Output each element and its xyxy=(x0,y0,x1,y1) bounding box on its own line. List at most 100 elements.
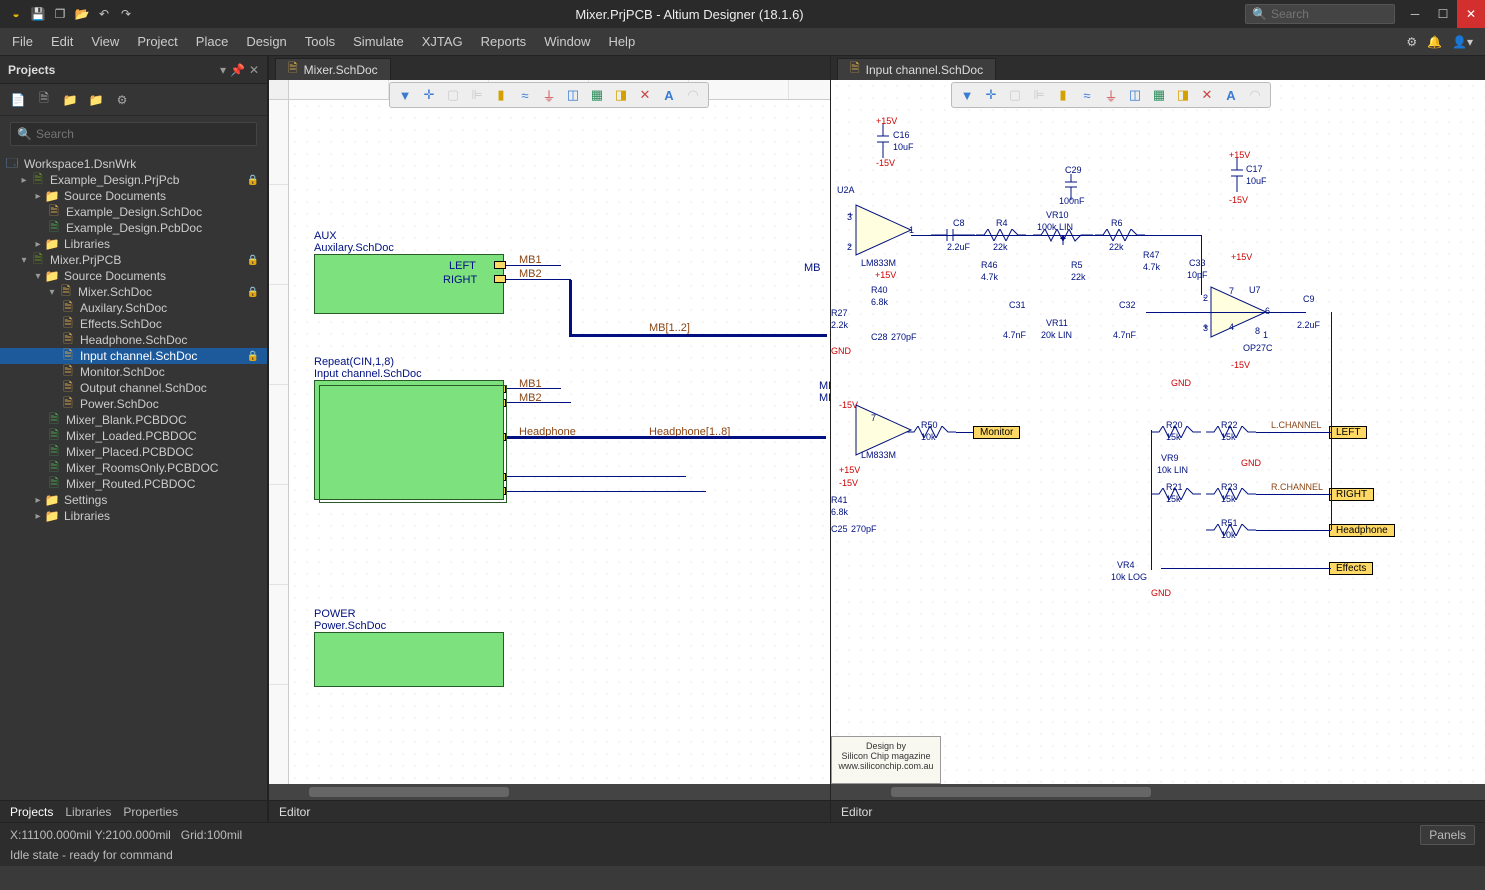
tb-folder2-icon[interactable]: 📁 xyxy=(88,93,104,107)
tb-filter-icon[interactable]: ▼ xyxy=(396,86,414,104)
menu-help[interactable]: Help xyxy=(608,34,635,49)
bell-icon[interactable]: 🔔 xyxy=(1427,35,1442,49)
menu-xjtag[interactable]: XJTAG xyxy=(422,34,463,49)
tb-new-icon[interactable]: 📄 xyxy=(10,93,26,107)
tab-properties[interactable]: Properties xyxy=(123,805,178,819)
tree-item[interactable]: 🗎Auxilary.SchDoc xyxy=(0,300,267,316)
tree-item[interactable]: 🗎Example_Design.SchDoc xyxy=(0,204,267,220)
menu-project[interactable]: Project xyxy=(137,34,177,49)
tb-compile-icon[interactable]: 🗎 xyxy=(36,89,52,110)
copy-icon[interactable]: ❐ xyxy=(52,6,68,22)
tree-item[interactable]: 🗎Mixer_Loaded.PCBDOC xyxy=(0,428,267,444)
sheet-symbol-power[interactable] xyxy=(314,632,504,687)
tree-project-mixer[interactable]: ▾🗎Mixer.PrjPCB🔒 xyxy=(0,252,267,268)
tb-noconnect-icon[interactable]: ✕ xyxy=(636,86,654,104)
sheet-port[interactable] xyxy=(494,275,506,283)
tb-text-icon[interactable]: A xyxy=(660,86,678,104)
tb-wire-icon[interactable]: ≈ xyxy=(516,86,534,104)
tree-item[interactable]: 🗎Mixer_Blank.PCBDOC xyxy=(0,412,267,428)
tb-gnd-icon[interactable]: ⏚ xyxy=(540,86,558,104)
tree-libs-mixer[interactable]: ▸📁Libraries xyxy=(0,508,267,524)
editor-tab-mixer[interactable]: 🗎Mixer.SchDoc xyxy=(275,58,391,80)
menu-simulate[interactable]: Simulate xyxy=(353,34,404,49)
panel-pin-icon[interactable]: 📌 xyxy=(230,63,245,77)
schematic-canvas-input-channel[interactable]: +15V C16 10uF -15V +15V C17 10uF -15V U2… xyxy=(831,80,1485,784)
tree-item[interactable]: 🗎Effects.SchDoc xyxy=(0,316,267,332)
tb-rect-icon[interactable]: ▢ xyxy=(1006,86,1024,104)
user-icon[interactable]: 👤▾ xyxy=(1452,35,1473,49)
tree-item[interactable]: 🗎Mixer_RoomsOnly.PCBDOC xyxy=(0,460,267,476)
menu-design[interactable]: Design xyxy=(246,34,286,49)
tab-projects[interactable]: Projects xyxy=(10,805,53,819)
editor-tab-input-channel[interactable]: 🗎Input channel.SchDoc xyxy=(837,58,996,80)
tb-harness-icon[interactable]: ◨ xyxy=(1174,86,1192,104)
port-right[interactable]: RIGHT xyxy=(1329,488,1374,501)
schematic-canvas-mixer[interactable]: AUX Auxilary.SchDoc LEFT RIGHT MB1 MB2 M… xyxy=(289,100,830,784)
tb-filter-icon[interactable]: ▼ xyxy=(958,86,976,104)
tb-gear-icon[interactable]: ⚙ xyxy=(114,93,130,107)
tb-align-icon[interactable]: ⊫ xyxy=(468,86,486,104)
projects-search[interactable]: 🔍 xyxy=(10,122,257,146)
panel-close-icon[interactable]: ✕ xyxy=(249,63,259,77)
maximize-button[interactable]: ☐ xyxy=(1429,0,1457,28)
tab-libraries[interactable]: Libraries xyxy=(65,805,111,819)
tb-port-icon[interactable]: ◫ xyxy=(564,86,582,104)
tree-src-mixer[interactable]: ▾📁Source Documents xyxy=(0,268,267,284)
tb-text-icon[interactable]: A xyxy=(1222,86,1240,104)
scrollbar-horizontal[interactable] xyxy=(269,784,830,800)
menu-reports[interactable]: Reports xyxy=(481,34,527,49)
port-effects[interactable]: Effects xyxy=(1329,562,1373,575)
tree-item[interactable]: 🗎Mixer_Routed.PCBDOC xyxy=(0,476,267,492)
global-search[interactable]: 🔍 xyxy=(1245,4,1395,24)
tree-item[interactable]: 🗎Headphone.SchDoc xyxy=(0,332,267,348)
gear-icon[interactable]: ⚙ xyxy=(1406,35,1417,49)
tree-src-example[interactable]: ▸📁Source Documents xyxy=(0,188,267,204)
tb-gnd-icon[interactable]: ⏚ xyxy=(1102,86,1120,104)
tb-arc-icon[interactable]: ◠ xyxy=(684,86,702,104)
minimize-button[interactable]: ─ xyxy=(1401,0,1429,28)
editor-bottom-tab[interactable]: Editor xyxy=(269,800,830,822)
tree-project-example[interactable]: ▸🗎Example_Design.PrjPcb🔒 xyxy=(0,172,267,188)
tb-cross-icon[interactable]: ✛ xyxy=(420,86,438,104)
menu-place[interactable]: Place xyxy=(196,34,229,49)
menu-file[interactable]: File xyxy=(12,34,33,49)
tree-item[interactable]: 🗎Output channel.SchDoc xyxy=(0,380,267,396)
panel-dropdown-icon[interactable]: ▾ xyxy=(220,63,226,77)
global-search-input[interactable] xyxy=(1271,7,1391,21)
port-left[interactable]: LEFT xyxy=(1329,426,1367,439)
projects-search-input[interactable] xyxy=(36,127,250,141)
menu-tools[interactable]: Tools xyxy=(305,34,335,49)
sheet-port[interactable] xyxy=(494,261,506,269)
tb-comp-icon[interactable]: ▮ xyxy=(1054,86,1072,104)
open-icon[interactable]: 📂 xyxy=(74,6,90,22)
undo-icon[interactable]: ↶ xyxy=(96,6,112,22)
tree-item[interactable]: 🗎Example_Design.PcbDoc xyxy=(0,220,267,236)
tb-net-icon[interactable]: ▦ xyxy=(588,86,606,104)
scrollbar-horizontal[interactable] xyxy=(831,784,1485,800)
port-headphone[interactable]: Headphone xyxy=(1329,524,1395,537)
tree-mixer-schdoc[interactable]: ▾🗎Mixer.SchDoc🔒 xyxy=(0,284,267,300)
tb-comp-icon[interactable]: ▮ xyxy=(492,86,510,104)
tree-item[interactable]: 🗎Mixer_Placed.PCBDOC xyxy=(0,444,267,460)
editor-bottom-tab[interactable]: Editor xyxy=(831,800,1485,822)
close-button[interactable]: ✕ xyxy=(1457,0,1485,28)
port-monitor[interactable]: Monitor xyxy=(973,426,1020,439)
tb-port-icon[interactable]: ◫ xyxy=(1126,86,1144,104)
menu-window[interactable]: Window xyxy=(544,34,590,49)
tree-item-input-channel[interactable]: 🗎Input channel.SchDoc🔒 xyxy=(0,348,267,364)
menu-view[interactable]: View xyxy=(91,34,119,49)
panels-button[interactable]: Panels xyxy=(1420,825,1475,845)
tb-folder1-icon[interactable]: 📁 xyxy=(62,93,78,107)
tb-align-icon[interactable]: ⊫ xyxy=(1030,86,1048,104)
tb-noconnect-icon[interactable]: ✕ xyxy=(1198,86,1216,104)
menu-edit[interactable]: Edit xyxy=(51,34,73,49)
redo-icon[interactable]: ↷ xyxy=(118,6,134,22)
tree-item[interactable]: 🗎Power.SchDoc xyxy=(0,396,267,412)
tree-item[interactable]: 🗎Monitor.SchDoc xyxy=(0,364,267,380)
tb-harness-icon[interactable]: ◨ xyxy=(612,86,630,104)
tb-rect-icon[interactable]: ▢ xyxy=(444,86,462,104)
tb-net-icon[interactable]: ▦ xyxy=(1150,86,1168,104)
tb-cross-icon[interactable]: ✛ xyxy=(982,86,1000,104)
tb-arc-icon[interactable]: ◠ xyxy=(1246,86,1264,104)
sheet-symbol-cin[interactable] xyxy=(314,380,504,500)
